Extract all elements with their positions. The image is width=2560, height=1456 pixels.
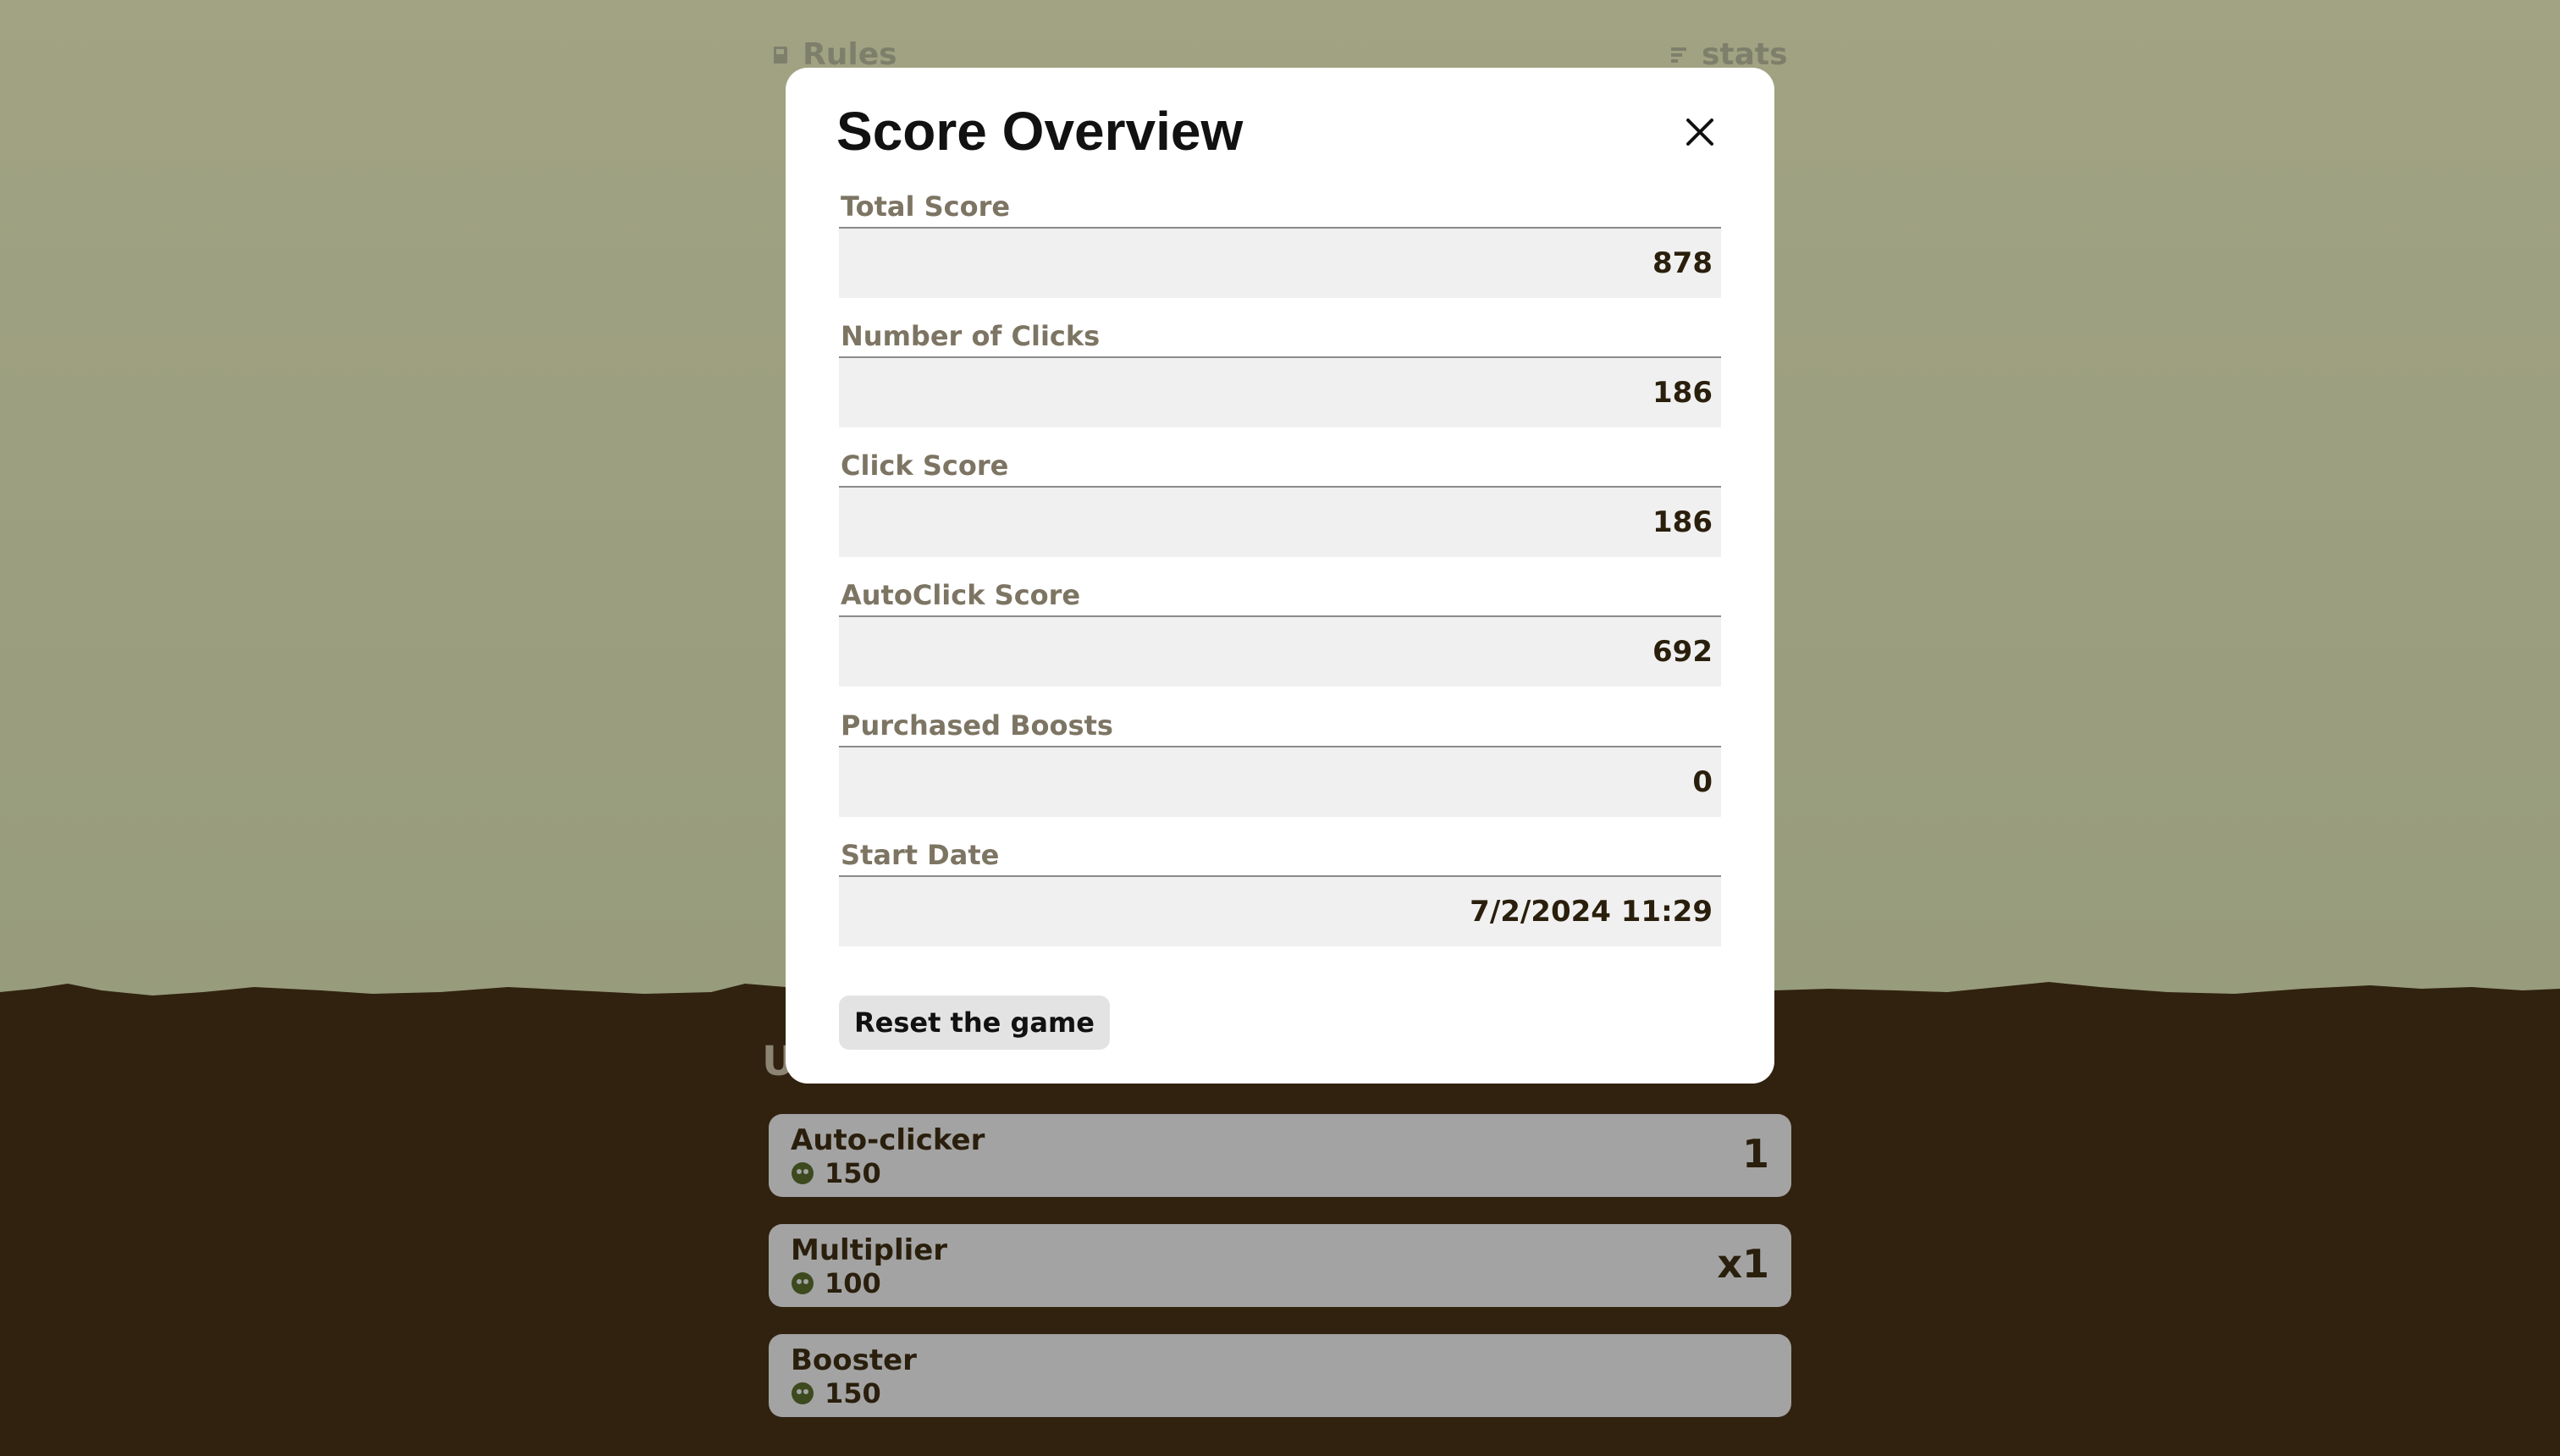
upgrade-name: Multiplier — [791, 1233, 948, 1267]
upgrade-name: Auto-clicker — [791, 1123, 985, 1157]
field-label: Start Date — [841, 839, 1000, 871]
reset-game-button[interactable]: Reset the game — [839, 995, 1110, 1050]
modal-title: Score Overview — [836, 101, 1244, 162]
close-icon[interactable] — [1676, 108, 1724, 156]
rules-label: Rules — [803, 37, 897, 72]
upgrade-name: Booster — [791, 1343, 917, 1377]
field-value: 878 — [839, 227, 1721, 298]
bar-list-icon — [1671, 47, 1686, 63]
field-autoclick-score: AutoClick Score 692 — [839, 578, 1721, 687]
upgrade-cost-value: 150 — [825, 1377, 881, 1409]
field-label: Click Score — [841, 449, 1009, 482]
upgrade-booster[interactable]: Booster 150 — [769, 1334, 1791, 1417]
book-icon — [774, 46, 787, 63]
field-label: AutoClick Score — [841, 579, 1081, 611]
field-start-date: Start Date 7/2/2024 11:29 — [839, 838, 1721, 946]
upgrade-cost: 150 — [791, 1378, 1769, 1409]
coin-icon — [792, 1162, 814, 1184]
upgrade-cost-value: 150 — [825, 1157, 881, 1189]
upgrade-cost: 100 — [791, 1268, 1769, 1299]
field-total-score: Total Score 878 — [839, 190, 1721, 298]
coin-icon — [792, 1272, 814, 1294]
field-purchased-boosts: Purchased Boosts 0 — [839, 709, 1721, 817]
score-overview-modal: Score Overview Total Score 878 Number of… — [786, 68, 1774, 1084]
field-value: 186 — [839, 356, 1721, 427]
stats-link[interactable]: stats — [1669, 37, 1788, 72]
field-value: 0 — [839, 746, 1721, 817]
rules-link[interactable]: Rules — [770, 37, 897, 72]
field-number-of-clicks: Number of Clicks 186 — [839, 319, 1721, 427]
upgrade-cost-value: 100 — [825, 1267, 881, 1299]
upgrade-cost: 150 — [791, 1158, 1769, 1189]
upgrade-level: 1 — [1741, 1131, 1769, 1177]
field-value: 186 — [839, 486, 1721, 557]
field-label: Purchased Boosts — [841, 709, 1113, 742]
upgrade-auto-clicker[interactable]: Auto-clicker 150 1 — [769, 1114, 1791, 1197]
field-click-score: Click Score 186 — [839, 449, 1721, 557]
coin-icon — [792, 1382, 814, 1404]
field-label: Total Score — [841, 190, 1011, 223]
upgrade-multiplier[interactable]: Multiplier 100 x1 — [769, 1224, 1791, 1307]
field-value: 692 — [839, 615, 1721, 687]
stats-label: stats — [1702, 37, 1788, 72]
upgrade-level: x1 — [1717, 1241, 1769, 1287]
field-label: Number of Clicks — [841, 320, 1101, 352]
field-value: 7/2/2024 11:29 — [839, 875, 1721, 946]
